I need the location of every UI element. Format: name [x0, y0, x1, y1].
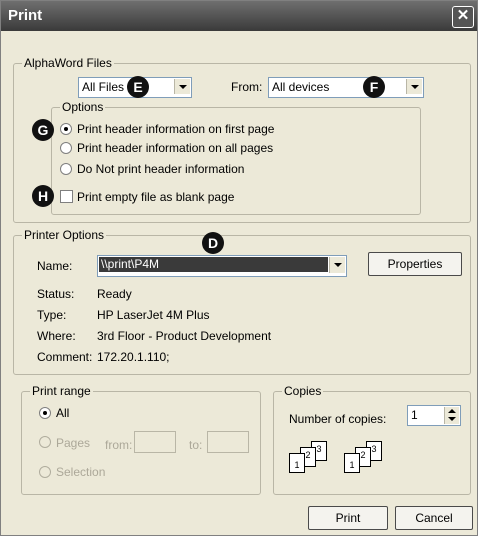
radio-range-pages-label[interactable]: Pages	[56, 436, 90, 450]
chevron-down-icon[interactable]	[329, 257, 345, 273]
print-button[interactable]: Print	[308, 506, 388, 530]
pages-to-input[interactable]	[207, 431, 249, 453]
type-value: HP LaserJet 4M Plus	[97, 308, 210, 322]
marker-f: F	[363, 76, 385, 98]
number-of-copies-label: Number of copies:	[289, 412, 387, 426]
type-label: Type:	[37, 308, 67, 322]
files-filter-value: All Files	[82, 80, 125, 94]
pages-to-label: to:	[189, 438, 203, 452]
where-label: Where:	[37, 329, 76, 343]
printer-name-label: Name:	[37, 259, 73, 273]
radio-header-all-pages-label[interactable]: Print header information on all pages	[77, 141, 273, 155]
page-icon: 1	[289, 453, 305, 473]
radio-no-header[interactable]	[60, 163, 72, 175]
cancel-button[interactable]: Cancel	[395, 506, 473, 530]
properties-button[interactable]: Properties	[368, 252, 462, 276]
print-dialog: Print ✕ AlphaWord Files All Files E From…	[0, 0, 478, 536]
alphaword-files-legend: AlphaWord Files	[22, 56, 114, 70]
status-label: Status:	[37, 287, 75, 301]
comment-label: Comment:	[37, 350, 93, 364]
radio-range-pages[interactable]	[39, 436, 51, 448]
print-range-legend: Print range	[30, 384, 93, 398]
dialog-title: Print	[8, 7, 43, 24]
marker-h: H	[32, 185, 54, 207]
marker-e: E	[127, 76, 149, 98]
chevron-down-icon[interactable]	[406, 79, 422, 94]
radio-header-first-page-label[interactable]: Print header information on first page	[77, 122, 274, 136]
where-value: 3rd Floor - Product Development	[97, 329, 272, 343]
radio-no-header-label[interactable]: Do Not print header information	[77, 162, 244, 176]
title-bar[interactable]: Print ✕	[1, 1, 477, 31]
collate-icon: 3 2 1	[344, 441, 394, 481]
radio-range-selection-label[interactable]: Selection	[56, 465, 105, 479]
radio-range-all[interactable]	[39, 407, 51, 419]
from-device-value: All devices	[272, 80, 330, 94]
pages-from-input[interactable]	[134, 431, 176, 453]
radio-range-all-label[interactable]: All	[56, 406, 69, 420]
copies-stepper[interactable]: 1	[407, 405, 461, 426]
from-label: From:	[231, 80, 263, 94]
print-empty-file-label[interactable]: Print empty file as blank page	[77, 190, 234, 204]
close-icon: ✕	[456, 7, 470, 24]
page-icon: 1	[344, 453, 360, 473]
from-device-select[interactable]: All devices	[268, 77, 424, 98]
comment-value: 172.20.1.110;	[97, 350, 170, 364]
printer-options-legend: Printer Options	[22, 228, 107, 242]
spin-arrows-icon[interactable]	[444, 407, 459, 424]
print-empty-file-checkbox[interactable]	[60, 190, 73, 203]
marker-d: D	[202, 232, 224, 254]
chevron-down-icon[interactable]	[174, 79, 190, 94]
collate-icon: 3 2 1	[289, 441, 339, 481]
copies-legend: Copies	[282, 384, 324, 398]
radio-header-first-page[interactable]	[60, 123, 72, 135]
copies-value: 1	[411, 408, 418, 422]
pages-from-label: from:	[105, 438, 133, 452]
marker-g: G	[32, 119, 54, 141]
radio-header-all-pages[interactable]	[60, 142, 72, 154]
printer-name-value: \\print\P4M	[99, 257, 328, 272]
options-legend: Options	[60, 100, 106, 114]
status-value: Ready	[97, 287, 132, 301]
radio-range-selection[interactable]	[39, 466, 51, 478]
close-button[interactable]: ✕	[452, 6, 474, 28]
printer-name-select[interactable]: \\print\P4M	[97, 255, 347, 277]
